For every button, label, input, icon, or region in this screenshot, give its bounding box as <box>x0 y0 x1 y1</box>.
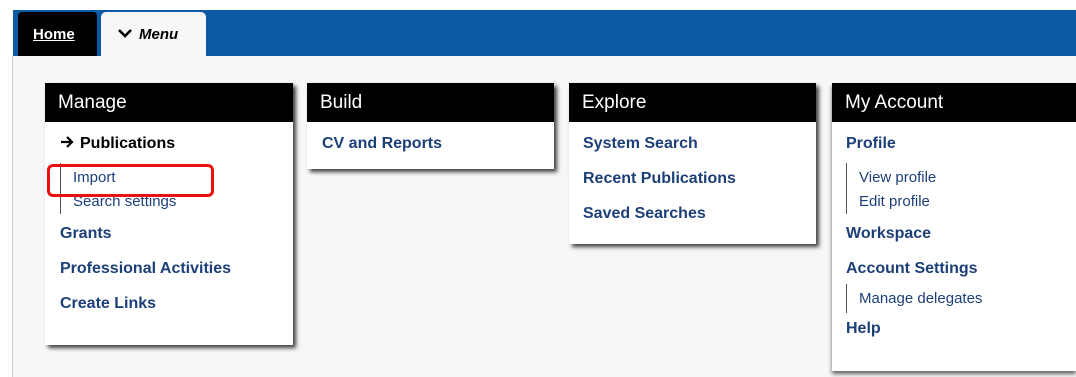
tab-home[interactable]: Home <box>18 12 97 56</box>
menu-item-account-settings[interactable]: Account Settings <box>832 255 1076 286</box>
manage-panel-title: Manage <box>45 83 293 122</box>
tab-home-label[interactable]: Home <box>33 26 75 43</box>
build-panel-title: Build <box>307 83 554 122</box>
menu-item-professional-activities[interactable]: Professional Activities <box>45 255 293 290</box>
account-settings-submenu: Manage delegates <box>846 284 1076 313</box>
submenu-item-view-profile[interactable]: View profile <box>859 163 1076 192</box>
menu-item-recent-publications[interactable]: Recent Publications <box>569 165 816 200</box>
menu-item-grants[interactable]: Grants <box>45 220 293 255</box>
profile-submenu: View profile Edit profile <box>846 163 1076 214</box>
menu-item-publications[interactable]: Publications <box>45 130 293 165</box>
arrow-right-icon <box>60 134 74 154</box>
menu-item-system-search[interactable]: System Search <box>569 130 816 165</box>
my-account-panel-title: My Account <box>832 83 1076 122</box>
app-frame: Home Menu Manage Publications Import Sea… <box>0 0 1076 377</box>
explore-panel-title: Explore <box>569 83 816 122</box>
menu-item-cv-and-reports[interactable]: CV and Reports <box>307 130 554 165</box>
menu-item-publications-label: Publications <box>80 135 176 152</box>
my-account-panel: My Account Profile View profile Edit pro… <box>832 83 1076 371</box>
menu-item-workspace[interactable]: Workspace <box>832 220 1076 255</box>
menu-item-create-links[interactable]: Create Links <box>45 290 293 325</box>
menu-item-profile[interactable]: Profile <box>832 130 1076 165</box>
chevron-down-icon <box>118 26 132 43</box>
explore-panel: Explore System Search Recent Publication… <box>569 83 816 244</box>
import-highlight-box <box>47 164 214 197</box>
tab-menu[interactable]: Menu <box>101 12 206 56</box>
menu-item-saved-searches[interactable]: Saved Searches <box>569 200 816 235</box>
build-panel: Build CV and Reports <box>307 83 554 169</box>
manage-panel: Manage Publications Import Search settin… <box>45 83 293 345</box>
tab-menu-label: Menu <box>139 25 179 43</box>
submenu-item-edit-profile[interactable]: Edit profile <box>859 192 1076 214</box>
frame-left-border <box>12 56 13 377</box>
submenu-item-manage-delegates[interactable]: Manage delegates <box>859 284 1076 313</box>
menu-item-help[interactable]: Help <box>832 315 1076 350</box>
